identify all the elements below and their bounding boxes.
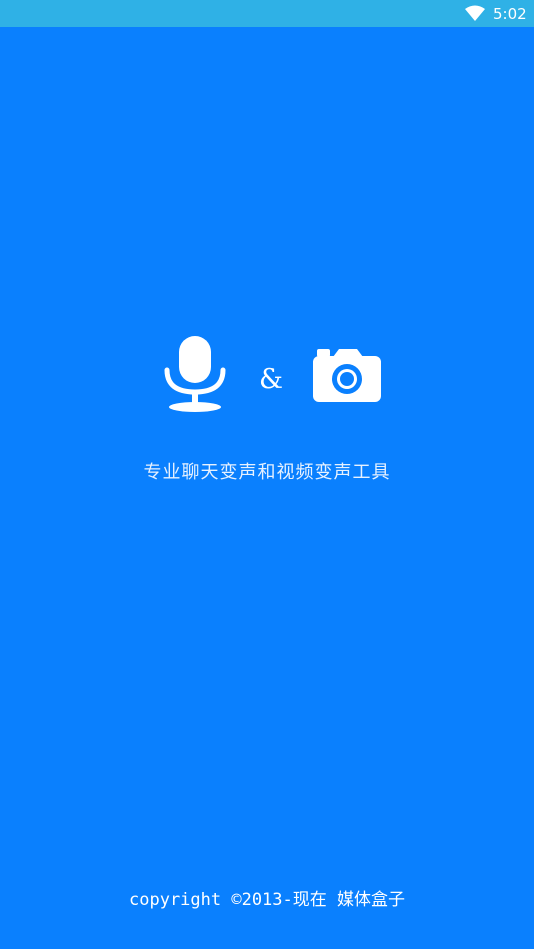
status-time: 5:02: [493, 5, 527, 23]
camera-icon: [313, 349, 381, 402]
wifi-icon: [465, 5, 485, 21]
microphone-icon: [164, 336, 226, 412]
splash-screen: [0, 27, 534, 949]
status-bar: 5:02: [0, 0, 534, 27]
app-tagline: 专业聊天变声和视频变声工具: [143, 462, 391, 483]
ampersand-symbol: &: [258, 364, 284, 395]
copyright-text: copyright ©2013-现在 媒体盒子: [129, 890, 405, 910]
